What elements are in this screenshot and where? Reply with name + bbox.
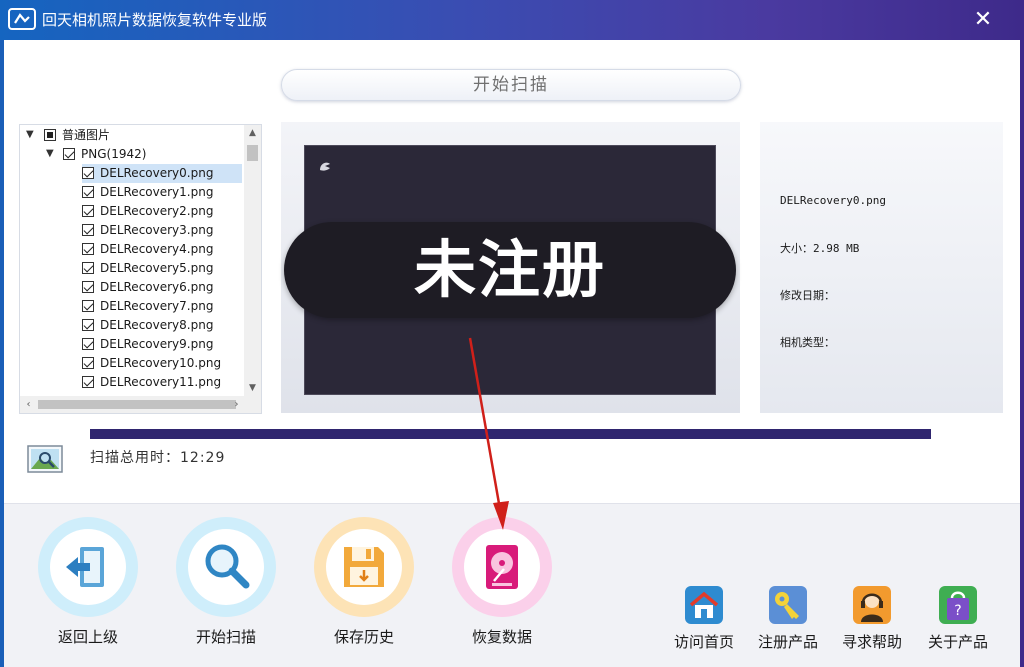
file-label: DELRecovery10.png bbox=[100, 356, 222, 370]
home-button[interactable] bbox=[685, 586, 723, 624]
about-button[interactable]: ? bbox=[939, 586, 977, 624]
register-button[interactable] bbox=[769, 586, 807, 624]
picture-icon bbox=[27, 445, 63, 473]
info-filename: DELRecovery0.png bbox=[780, 194, 886, 207]
file-checkbox[interactable] bbox=[82, 205, 94, 217]
house-icon bbox=[689, 591, 719, 618]
file-item[interactable]: DELRecovery3.png bbox=[82, 221, 213, 240]
floppy-disk-icon bbox=[344, 547, 384, 587]
file-item[interactable]: DELRecovery2.png bbox=[82, 202, 213, 221]
file-checkbox[interactable] bbox=[82, 357, 94, 369]
scan-progress-bar bbox=[90, 429, 931, 439]
info-camera: 相机类型： bbox=[780, 336, 835, 349]
horizontal-scroll-thumb[interactable] bbox=[38, 400, 236, 409]
save-history-button-label: 保存历史 bbox=[333, 628, 394, 646]
tree-group-item[interactable]: PNG(1942) bbox=[63, 145, 146, 164]
file-item[interactable]: DELRecovery0.png bbox=[82, 164, 242, 183]
file-label: DELRecovery11.png bbox=[100, 375, 222, 389]
file-item[interactable]: DELRecovery10.png bbox=[82, 354, 221, 373]
recover-data-button[interactable] bbox=[452, 517, 552, 617]
svg-text:?: ? bbox=[954, 603, 961, 619]
recover-data-button-label: 恢复数据 bbox=[471, 628, 532, 646]
file-checkbox[interactable] bbox=[82, 262, 94, 274]
file-checkbox[interactable] bbox=[82, 319, 94, 331]
file-checkbox[interactable] bbox=[82, 167, 94, 179]
tree-root-label: 普通图片 bbox=[62, 128, 111, 142]
file-item[interactable]: DELRecovery1.png bbox=[82, 183, 213, 202]
scan-progress-fill bbox=[90, 429, 931, 439]
app-logo-icon bbox=[8, 8, 36, 30]
root-expander-icon[interactable]: ▼ bbox=[26, 130, 36, 140]
file-label: DELRecovery9.png bbox=[100, 337, 214, 351]
vertical-scroll-thumb[interactable] bbox=[247, 145, 258, 161]
tree-horizontal-scrollbar[interactable]: ‹ › bbox=[20, 396, 261, 413]
file-label: DELRecovery8.png bbox=[100, 318, 214, 332]
file-checkbox[interactable] bbox=[82, 376, 94, 388]
file-label: DELRecovery5.png bbox=[100, 261, 214, 275]
group-checkbox[interactable] bbox=[63, 148, 75, 160]
shopping-bag-question-icon: ? bbox=[947, 591, 969, 620]
group-expander-icon[interactable]: ▼ bbox=[46, 149, 56, 159]
magnifier-icon bbox=[205, 544, 250, 589]
file-checkbox[interactable] bbox=[82, 243, 94, 255]
help-button-label: 寻求帮助 bbox=[841, 633, 902, 651]
file-checkbox[interactable] bbox=[82, 338, 94, 350]
file-label: DELRecovery7.png bbox=[100, 299, 214, 313]
support-headset-icon bbox=[861, 593, 883, 622]
file-label: DELRecovery6.png bbox=[100, 280, 214, 294]
file-info-panel bbox=[760, 122, 1003, 413]
file-checkbox[interactable] bbox=[82, 224, 94, 236]
watermark-text: 未注册 bbox=[413, 233, 606, 306]
file-checkbox[interactable] bbox=[82, 281, 94, 293]
file-item[interactable]: DELRecovery4.png bbox=[82, 240, 213, 259]
tree-vertical-scrollbar[interactable]: ▲ ▼ bbox=[244, 125, 261, 397]
scroll-down-icon[interactable]: ▼ bbox=[244, 380, 261, 397]
key-icon bbox=[775, 592, 799, 619]
scan-time-label: 扫描总用时：12:29 bbox=[90, 450, 226, 466]
file-item[interactable]: DELRecovery11.png bbox=[82, 373, 221, 392]
file-item[interactable]: DELRecovery5.png bbox=[82, 259, 213, 278]
file-label: DELRecovery1.png bbox=[100, 185, 214, 199]
file-label: DELRecovery0.png bbox=[100, 166, 214, 180]
file-label: DELRecovery4.png bbox=[100, 242, 214, 256]
file-item[interactable]: DELRecovery7.png bbox=[82, 297, 213, 316]
info-size: 大小：2.98 MB bbox=[780, 242, 860, 255]
scroll-up-icon[interactable]: ▲ bbox=[244, 125, 261, 142]
window-frame-right bbox=[1020, 40, 1024, 667]
window-title: 回天相机照片数据恢复软件专业版 bbox=[42, 11, 268, 29]
back-button-label: 返回上级 bbox=[57, 628, 118, 646]
file-item[interactable]: DELRecovery8.png bbox=[82, 316, 213, 335]
file-item[interactable]: DELRecovery6.png bbox=[82, 278, 213, 297]
scroll-right-icon[interactable]: › bbox=[228, 396, 245, 413]
file-label: DELRecovery3.png bbox=[100, 223, 214, 237]
info-modified: 修改日期： bbox=[780, 289, 835, 302]
scroll-left-icon[interactable]: ‹ bbox=[20, 396, 37, 413]
file-checkbox[interactable] bbox=[82, 300, 94, 312]
tree-group-label: PNG(1942) bbox=[81, 147, 147, 161]
window-close-button[interactable]: ✕ bbox=[968, 6, 998, 34]
start-scan-button[interactable] bbox=[176, 517, 276, 617]
root-checkbox[interactable] bbox=[44, 129, 56, 141]
file-label: DELRecovery2.png bbox=[100, 204, 214, 218]
back-button[interactable] bbox=[38, 517, 138, 617]
hard-disk-icon bbox=[486, 545, 518, 589]
about-button-label: 关于产品 bbox=[927, 633, 988, 651]
file-checkbox[interactable] bbox=[82, 186, 94, 198]
scan-status-header: 开始扫描 bbox=[281, 69, 741, 101]
save-history-button[interactable] bbox=[314, 517, 414, 617]
exit-door-icon bbox=[66, 547, 104, 587]
help-button[interactable] bbox=[853, 586, 891, 624]
tree-root-item[interactable]: 普通图片 bbox=[44, 126, 110, 145]
file-item[interactable]: DELRecovery9.png bbox=[82, 335, 213, 354]
file-tree-panel[interactable]: ▼ 普通图片 ▼ PNG(1942) DELRecovery0.png DELR… bbox=[19, 124, 262, 414]
start-scan-button-label: 开始扫描 bbox=[195, 628, 256, 646]
title-bar: 回天相机照片数据恢复软件专业版 ✕ bbox=[0, 0, 1024, 40]
preview-logo-icon bbox=[320, 162, 330, 171]
